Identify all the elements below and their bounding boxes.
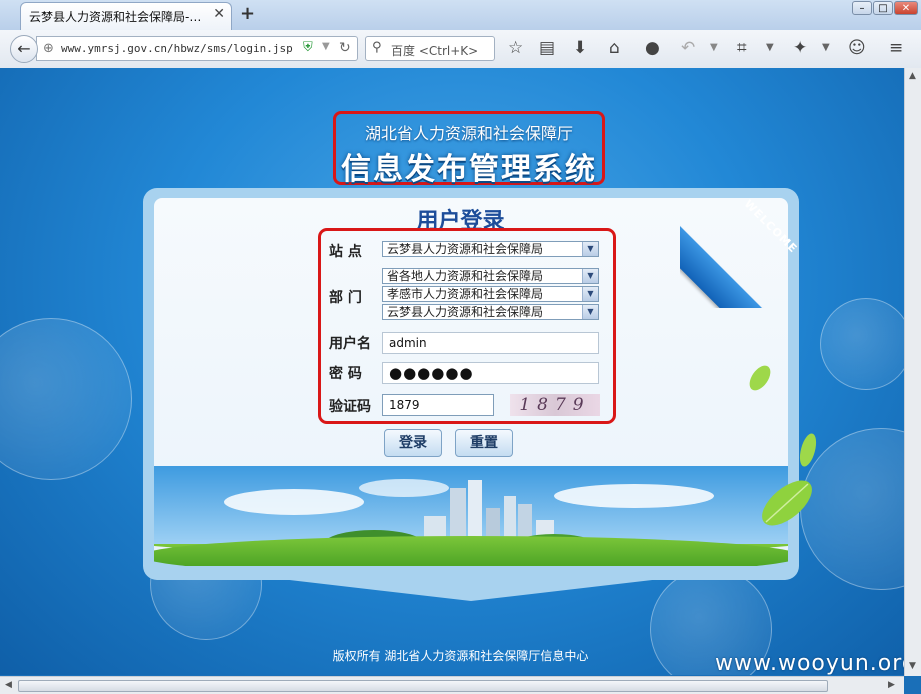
password-label: 密 码 xyxy=(329,366,362,382)
captcha-image[interactable]: 1879 xyxy=(510,394,600,416)
horizontal-scrollbar[interactable]: ◀ ▶ xyxy=(0,676,904,694)
org-title: 湖北省人力资源和社会保障厅 xyxy=(364,124,573,143)
background-bubble xyxy=(820,298,912,390)
search-bar[interactable]: ⚲ 百度 <Ctrl+K> xyxy=(365,36,495,61)
watermark-text: www.wooyun.org xyxy=(715,651,917,675)
addon-icon[interactable]: ✦ xyxy=(793,38,807,58)
captcha-input[interactable]: 1879 xyxy=(382,394,494,416)
close-window-button[interactable]: ✕ xyxy=(894,1,918,15)
address-bar[interactable]: ⊕ www.ymrsj.gov.cn/hbwz/sms/login.jsp ⛨ … xyxy=(36,36,358,61)
tab-title: 云梦县人力资源和社会保障局-… xyxy=(29,10,202,24)
background-bubble xyxy=(0,318,132,480)
password-input[interactable]: ●●●●●● xyxy=(382,362,599,384)
reload-icon[interactable]: ↻ xyxy=(339,40,351,56)
leaf-decoration xyxy=(799,433,817,467)
chat-icon[interactable]: ● xyxy=(645,38,660,58)
search-icon: ⚲ xyxy=(372,40,382,55)
home-icon[interactable]: ⌂ xyxy=(609,38,620,58)
reading-list-icon[interactable]: ▤ xyxy=(539,38,555,58)
search-engine-name: 百度 xyxy=(391,44,416,58)
horizontal-scroll-thumb[interactable] xyxy=(18,680,828,692)
scroll-left-icon[interactable]: ◀ xyxy=(5,680,12,690)
maximize-button[interactable]: □ xyxy=(873,1,893,15)
crop-icon[interactable]: ⌗ xyxy=(737,38,747,58)
site-label: 站 点 xyxy=(329,244,362,260)
dept-label: 部 门 xyxy=(329,290,362,306)
url-text[interactable]: www.ymrsj.gov.cn/hbwz/sms/login.jsp xyxy=(61,42,293,55)
globe-icon: ⊕ xyxy=(43,41,54,56)
search-placeholder: <Ctrl+K> xyxy=(418,44,479,58)
site-select-value: 云梦县人力资源和社会保障局 xyxy=(387,242,544,256)
username-input[interactable]: admin xyxy=(382,332,599,354)
dept-select-level1[interactable]: 省各地人力资源和社会保障局 ▼ xyxy=(382,268,599,284)
shield-icon[interactable]: ⛨ xyxy=(303,40,313,55)
undo-dropdown-icon[interactable]: ▼ xyxy=(710,38,718,58)
chevron-down-icon[interactable]: ▼ xyxy=(582,287,598,301)
menu-icon[interactable]: ≡ xyxy=(889,38,903,58)
system-title-box: 湖北省人力资源和社会保障厅 信息发布管理系统 xyxy=(333,111,605,187)
crop-dropdown-icon[interactable]: ▼ xyxy=(766,38,774,58)
browser-title-bar: 云梦县人力资源和社会保障局-… ✕ + – □ ✕ xyxy=(0,0,921,30)
username-label: 用户名 xyxy=(329,336,371,352)
history-dropdown-icon[interactable]: ▼ xyxy=(322,41,330,52)
chevron-down-icon[interactable]: ▼ xyxy=(582,305,598,319)
tab-close-icon[interactable]: ✕ xyxy=(213,6,225,22)
minimize-button[interactable]: – xyxy=(852,1,872,15)
system-title: 信息发布管理系统 xyxy=(341,152,597,187)
chevron-down-icon[interactable]: ▼ xyxy=(582,242,598,256)
undo-icon[interactable]: ↶ xyxy=(681,38,695,58)
scroll-up-icon[interactable]: ▲ xyxy=(909,71,916,81)
leaf-decoration xyxy=(749,365,771,391)
smiley-icon[interactable]: ☺ xyxy=(848,38,866,58)
scroll-right-icon[interactable]: ▶ xyxy=(888,680,895,690)
addon-dropdown-icon[interactable]: ▼ xyxy=(822,38,830,58)
leaf-decoration xyxy=(762,480,812,526)
scroll-down-icon[interactable]: ▼ xyxy=(909,661,916,671)
browser-tab[interactable]: 云梦县人力资源和社会保障局-… ✕ xyxy=(20,2,232,30)
back-button[interactable]: ← xyxy=(10,35,38,63)
dept-select-level2[interactable]: 孝感市人力资源和社会保障局 ▼ xyxy=(382,286,599,302)
welcome-ribbon: WELCOME xyxy=(680,188,800,308)
download-icon[interactable]: ⬇ xyxy=(573,38,587,58)
new-tab-button[interactable]: + xyxy=(240,3,255,24)
bookmark-star-icon[interactable]: ☆ xyxy=(508,38,523,58)
site-select[interactable]: 云梦县人力资源和社会保障局 ▼ xyxy=(382,241,599,257)
login-button[interactable]: 登录 xyxy=(384,429,442,457)
captcha-label: 验证码 xyxy=(329,399,371,415)
city-banner-image xyxy=(154,466,788,566)
dept-select-level3[interactable]: 云梦县人力资源和社会保障局 ▼ xyxy=(382,304,599,320)
welcome-text: WELCOME xyxy=(741,197,800,256)
navigation-toolbar: ⊕ www.ymrsj.gov.cn/hbwz/sms/login.jsp ⛨ … xyxy=(0,30,921,69)
chevron-down-icon[interactable]: ▼ xyxy=(582,269,598,283)
reset-button[interactable]: 重置 xyxy=(455,429,513,457)
page-content: 湖北省人力资源和社会保障厅 信息发布管理系统 用户登录 WELCOME 站 点 … xyxy=(0,68,921,675)
vertical-scrollbar[interactable]: ▲ ▼ xyxy=(904,68,921,676)
